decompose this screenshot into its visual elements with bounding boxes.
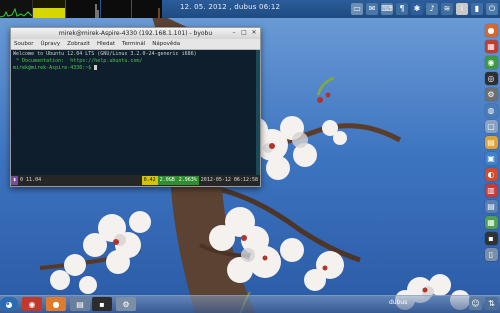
documents-icon[interactable]: ▤ [484,200,498,213]
system-tray: ▭ ✉ ⌨ ¶ ✱ ♪ ≋ i ▮ ⏻ [351,2,498,16]
byobu-cpu: 2.963% [176,176,199,185]
clipboard-icon[interactable]: ¶ [396,3,408,15]
bottom-taskbar: ◕ ◉ ● ▤ ▪ ⚙ dubus ☺ ⇅ [0,295,500,313]
start-menu-icon[interactable]: ◕ [0,297,18,311]
trash-icon[interactable]: ▯ [484,248,498,261]
network-monitor[interactable] [66,0,100,18]
menu-napoveda[interactable]: Nápověda [152,39,180,49]
menu-soubor[interactable]: Soubor [14,39,33,49]
panel-clock[interactable]: 12. 05. 2012 , dubus 06:12 [180,3,280,11]
settings-task-icon[interactable]: ⚙ [116,297,136,311]
firefox-icon[interactable]: ● [484,24,498,37]
byobu-logo: ▮ [11,176,19,185]
network-icon[interactable]: ⇅ [485,297,498,310]
calendar-icon[interactable]: ▣ [484,152,498,165]
settings-icon[interactable]: ⚙ [484,88,498,101]
terminal-prompt-line: mirek@mirek-Aspire-4330:~$ [13,65,258,72]
cpu-monitor[interactable] [0,0,33,18]
keyboard-icon[interactable]: ⌨ [381,3,393,15]
media-icon[interactable]: ◎ [484,72,498,85]
files-task-icon[interactable]: ▤ [70,297,90,311]
globe-icon[interactable]: ◍ [484,104,498,117]
menu-zobrazit[interactable]: Zobrazit [67,39,90,49]
network-graph [95,4,99,18]
info-icon[interactable]: i [456,3,468,15]
right-launcher: ● ▦ ◉ ◎ ⚙ ◍ ▢ ▤ ▣ ◐ ▥ ▤ ▦ ▪ ▯ [482,22,500,294]
byobu-window[interactable]: 0 11.04 [18,176,43,185]
spreadsheet-icon[interactable]: ▦ [484,216,498,229]
app-launcher-icon[interactable]: ▦ [484,40,498,53]
firefox-task-icon[interactable]: ● [46,297,66,311]
terminal-task-icon[interactable]: ▪ [92,297,112,311]
memory-monitor[interactable] [33,0,65,18]
minimize-icon[interactable]: – [230,29,238,37]
bluetooth-icon[interactable]: ✱ [411,3,423,15]
power-icon[interactable]: ⏻ [486,3,498,15]
load-monitor[interactable] [132,0,162,18]
terminal-line: Welcome to Ubuntu 12.04 LTS (GNU/Linux 3… [13,51,197,57]
cpu-graph [0,7,33,18]
terminal-icon[interactable]: ▪ [484,232,498,245]
byobu-load: 0.42 [141,176,158,185]
terminal-output[interactable]: Welcome to Ubuntu 12.04 LTS (GNU/Linux 3… [11,50,260,175]
terminal-cursor [94,65,98,70]
chrome-task-icon[interactable]: ◉ [22,297,42,311]
screen-icon[interactable]: ▭ [351,3,363,15]
mail-icon[interactable]: ✉ [366,3,378,15]
byobu-datetime: 2012-05-12 06:12:58 [200,177,258,183]
terminal-window[interactable]: mirek@mirek-Aspire-4330 (192.168.1.101) … [10,27,261,187]
swap-monitor[interactable] [101,0,131,18]
menu-upravy[interactable]: Úpravy [40,39,60,49]
menu-terminal[interactable]: Terminál [122,39,145,49]
chat-icon[interactable]: ▢ [484,120,498,133]
close-icon[interactable]: ✕ [250,29,258,37]
chrome-icon[interactable]: ◉ [484,56,498,69]
terminal-line: * Documentation: https://help.ubuntu.com… [13,58,143,64]
byobu-mem: 2.0GB [157,176,177,185]
files-icon[interactable]: ▥ [484,184,498,197]
terminal-title: mirek@mirek-Aspire-4330 (192.168.1.101) … [58,30,213,37]
notes-icon[interactable]: ▤ [484,136,498,149]
taskbar-label[interactable]: dubus [389,299,407,306]
terminal-prompt: mirek@mirek-Aspire-4330:~$ [13,65,95,71]
load-graph [158,8,160,18]
top-panel: 12. 05. 2012 , dubus 06:12 ▭ ✉ ⌨ ¶ ✱ ♪ ≋ i ▮ ⏻ [0,0,500,18]
memory-fill [33,8,65,18]
user-icon[interactable]: ☺ [469,297,482,310]
menu-hledat[interactable]: Hledat [97,39,115,49]
volume-icon[interactable]: ♪ [426,3,438,15]
terminal-titlebar[interactable]: mirek@mirek-Aspire-4330 (192.168.1.101) … [11,28,260,39]
taskbar-tray: ☺ ⇅ [469,297,498,310]
terminal-menubar: Soubor Úpravy Zobrazit Hledat Terminál N… [11,39,260,50]
battery-icon[interactable]: ▮ [471,3,483,15]
wifi-icon[interactable]: ≋ [441,3,453,15]
maximize-icon[interactable]: □ [240,29,248,37]
terminal-scrollbar[interactable] [256,50,260,175]
byobu-status-bar: ▮ 0 11.04 0.42 2.0GB 2.963% 2012-05-12 0… [11,175,260,186]
software-center-icon[interactable]: ◐ [484,168,498,181]
